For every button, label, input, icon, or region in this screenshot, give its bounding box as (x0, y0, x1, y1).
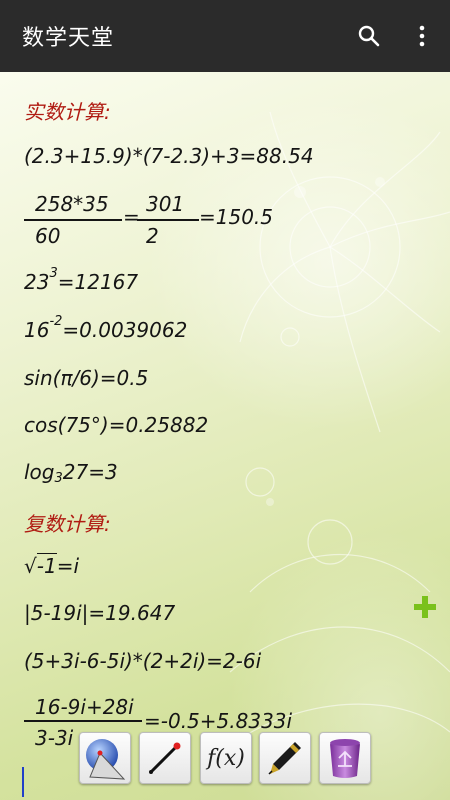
add-icon[interactable] (412, 594, 438, 620)
power-base: 16 (24, 318, 50, 342)
fraction-left-numerator: 258*35 (35, 192, 109, 216)
expr-real-6[interactable]: cos(75°)=0.25882 (24, 413, 208, 437)
line-tool-button[interactable] (139, 732, 191, 784)
expr-real-4[interactable]: 16-2=0.0039062 (24, 315, 188, 342)
expr-real-1[interactable]: (2.3+15.9)*(7-2.3)+3=88.54 (24, 144, 314, 168)
sqrt-symbol: √ (24, 554, 37, 578)
section-heading-complex: 复数计算: (24, 512, 111, 536)
power-result: =12167 (57, 270, 139, 294)
search-button[interactable] (349, 16, 389, 56)
geometry-tool-button[interactable] (79, 732, 131, 784)
log-base: 3 (54, 471, 63, 486)
fraction-left-bar (24, 219, 122, 221)
complex-fraction-denominator: 3-3i (35, 726, 74, 750)
complex-fraction-result: =-0.5+5.8333i (144, 709, 293, 733)
power-exponent: -2 (49, 314, 63, 329)
power-exponent: 3 (49, 266, 58, 281)
line-segment-icon (149, 742, 181, 774)
function-tool-button[interactable]: f(x) (200, 732, 252, 784)
pen-icon (268, 742, 301, 775)
fraction-right-numerator: 301 (146, 192, 185, 216)
trash-icon (330, 739, 360, 778)
expr-complex-2[interactable]: |5-19i|=19.647 (24, 601, 175, 625)
log-result: 27=3 (62, 460, 118, 484)
app-title: 数学天堂 (22, 26, 115, 51)
section-heading-real: 实数计算: (24, 100, 111, 124)
expr-real-5[interactable]: sin(π/6)=0.5 (24, 366, 148, 390)
sqrt-radicand: -1 (36, 553, 57, 578)
fraction-right-denominator: 2 (146, 224, 159, 248)
expr-complex-1[interactable]: √-1=i (24, 553, 80, 578)
geometry-icon (86, 739, 126, 780)
fraction-result: =150.5 (199, 205, 274, 229)
power-base: 23 (24, 270, 50, 294)
fraction-equals: = (123, 205, 140, 229)
search-icon (358, 25, 380, 47)
complex-fraction-numerator: 16-9i+28i (35, 695, 134, 719)
expr-real-7[interactable]: log327=3 (24, 460, 118, 485)
expr-real-3[interactable]: 233=12167 (24, 267, 139, 294)
expr-complex-3[interactable]: (5+3i-6-5i)*(2+2i)=2-6i (24, 649, 261, 673)
more-options-button[interactable] (402, 16, 442, 56)
pen-tool-button[interactable] (259, 732, 311, 784)
more-vertical-icon (419, 25, 425, 47)
power-result: =0.0039062 (62, 318, 188, 342)
text-cursor (22, 767, 24, 797)
log-prefix: log (24, 460, 55, 484)
fraction-left-denominator: 60 (35, 224, 61, 248)
function-fx-icon: f(x) (207, 745, 245, 771)
app-bar: 数学天堂 (0, 0, 450, 72)
clear-tool-button[interactable] (319, 732, 371, 784)
sqrt-result: =i (56, 554, 80, 578)
complex-fraction-bar (24, 720, 142, 722)
calculation-area[interactable]: 实数计算: (2.3+15.9)*(7-2.3)+3=88.54 258*35 … (0, 72, 450, 800)
fraction-right-bar (137, 219, 199, 221)
